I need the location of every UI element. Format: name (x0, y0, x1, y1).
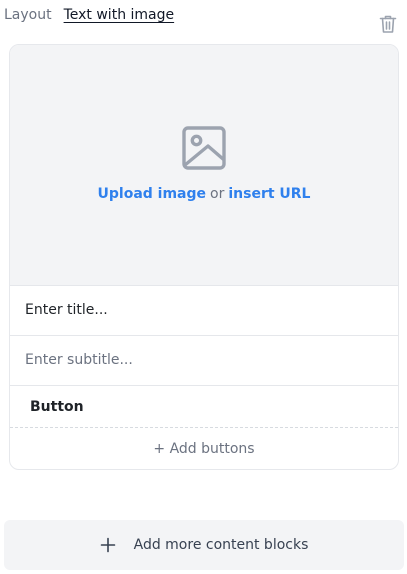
add-more-content-blocks-button[interactable]: Add more content blocks (4, 520, 404, 570)
layout-label: Layout (4, 7, 52, 23)
plus-icon (100, 537, 116, 553)
layout-selector[interactable]: Text with image (64, 7, 175, 23)
add-more-label: Add more content blocks (133, 537, 309, 553)
title-field-row (10, 285, 398, 334)
image-icon (182, 126, 226, 170)
delete-block-button[interactable] (378, 13, 398, 35)
upload-image-link[interactable]: Upload image (98, 186, 207, 202)
add-buttons-button[interactable]: + Add buttons (10, 427, 398, 469)
subtitle-input[interactable] (25, 352, 398, 368)
image-upload-area[interactable]: Upload image or insert URL (10, 45, 398, 285)
insert-url-link[interactable]: insert URL (228, 186, 310, 202)
text-with-image-card: Upload imageorinsert URL Button + Add bu… (9, 44, 399, 470)
title-input[interactable] (25, 302, 398, 318)
layout-row: Layout Text with image (4, 5, 174, 25)
trash-icon (379, 15, 397, 33)
subtitle-field-row (10, 335, 398, 384)
button-item[interactable]: Button (10, 385, 398, 427)
content-block-editor: Layout Text with image Upload image or ins… (0, 0, 407, 574)
or-text: or (210, 186, 225, 202)
button-item-label: Button (30, 398, 84, 415)
upload-prompt: Upload image or insert URL (10, 186, 398, 202)
